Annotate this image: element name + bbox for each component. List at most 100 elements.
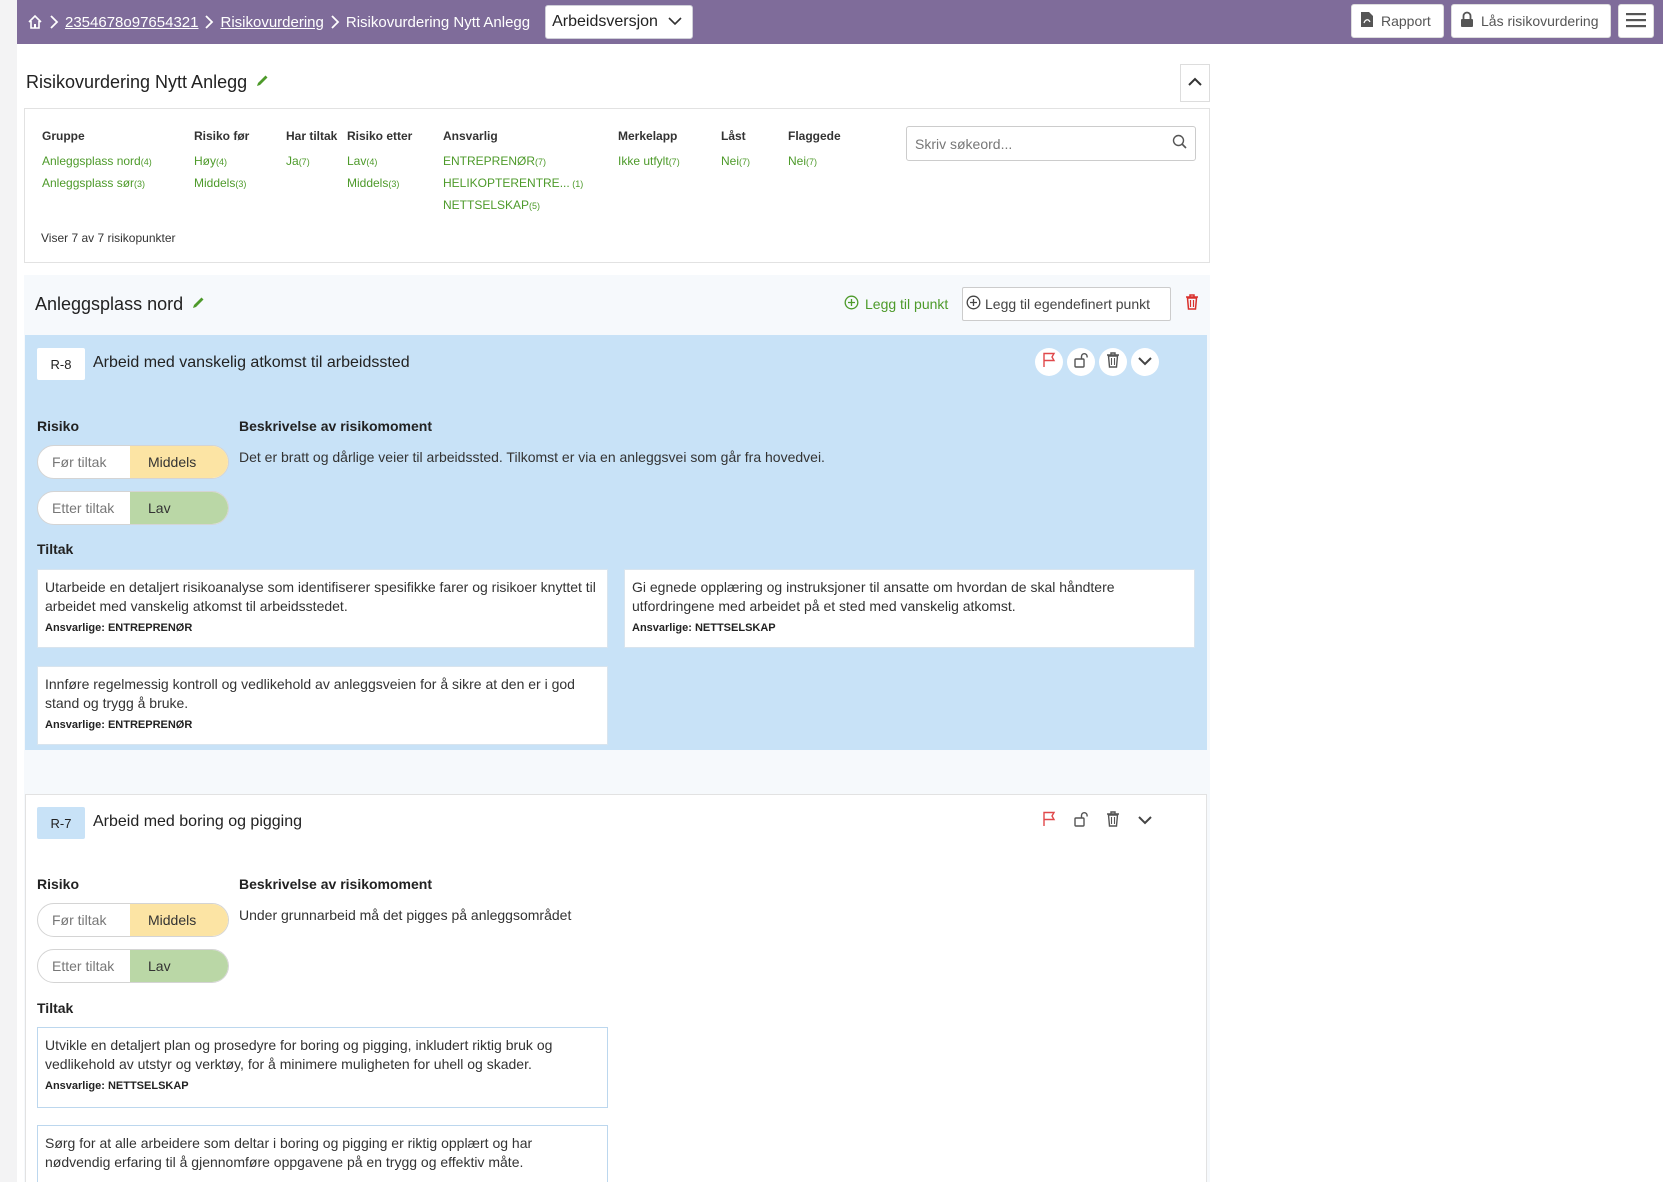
plus-circle-icon [844,295,859,313]
risk-item[interactable]: R-7 Arbeid med boring og pigging Risiko … [25,794,1207,1182]
hamburger-menu-button[interactable] [1618,4,1654,38]
search-box [906,126,1196,161]
delete-group-button[interactable] [1185,294,1199,315]
filter-option[interactable]: Lav(4) [347,151,412,173]
filter-header: Risiko etter [347,129,413,143]
risk-before-pill[interactable]: Før tiltak Middels [37,445,229,479]
filter-option[interactable]: Middels(3) [194,173,249,195]
description-label: Beskrivelse av risikomoment [239,876,432,892]
measure-card[interactable]: Innføre regelmessig kontroll og vedlikeh… [37,666,608,745]
measure-card[interactable]: Utarbeide en detaljert risikoanalyse som… [37,569,608,648]
add-point-button[interactable]: Legg til punkt [844,295,948,313]
filter-header: Har tiltak [286,129,338,143]
filter-locked: Låst Nei(7) [721,129,750,173]
measure-card[interactable]: Gi egnede opplæring og instruksjoner til… [624,569,1195,648]
results-count: Viser 7 av 7 risikopunkter [41,231,176,245]
chevron-right-icon [330,15,340,29]
unlock-button[interactable] [1067,807,1095,835]
risk-group: Anleggsplass nord Legg til punkt Legg ti… [24,275,1210,1182]
version-select[interactable]: Arbeidsversjon [545,5,694,39]
measure-text: Innføre regelmessig kontroll og vedlikeh… [45,676,575,711]
report-button[interactable]: Rapport [1351,4,1444,38]
filter-header: Flaggede [788,129,841,143]
risk-description: Det er bratt og dårlige veier til arbeid… [239,449,825,465]
chevron-down-icon [1138,353,1152,371]
filter-option[interactable]: NETTSELSKAP(5) [443,195,583,217]
search-input[interactable] [915,135,1172,152]
top-bar: 2354678o97654321 Risikovurdering Risikov… [17,0,1663,44]
version-select-value: Arbeidsversjon [552,13,658,30]
expand-button[interactable] [1131,348,1159,376]
filter-option[interactable]: Middels(3) [347,173,412,195]
measure-responsible: Ansvarlige: ENTREPRENØR [45,719,193,731]
measure-text: Sørg for at alle arbeidere som deltar i … [45,1135,533,1170]
risk-after-value: Lav [130,950,228,982]
risk-description: Under grunnarbeid må det pigges på anleg… [239,907,572,923]
expand-button[interactable] [1131,807,1159,835]
filter-header: Merkelapp [618,129,678,143]
filter-option[interactable]: ENTREPRENØR(7) [443,151,583,173]
report-button-label: Rapport [1381,13,1431,29]
page-title: Risikovurdering Nytt Anlegg [26,72,248,92]
risk-label: Risiko [37,418,80,434]
filter-option[interactable]: Ikke utfylt(7) [618,151,680,173]
flag-icon [1042,811,1056,832]
home-icon[interactable] [27,14,43,30]
chevron-right-icon [49,15,59,29]
measures-label: Tiltak [37,541,74,557]
unlock-icon [1074,352,1088,373]
risk-id-badge: R-8 [37,348,85,380]
delete-risk-button[interactable] [1099,348,1127,376]
risk-after-pill[interactable]: Etter tiltak Lav [37,949,229,983]
risk-before-label: Før tiltak [52,912,107,928]
risk-before-label: Før tiltak [52,454,107,470]
add-point-label: Legg til punkt [865,296,949,312]
description-label: Beskrivelse av risikomoment [239,418,432,434]
filter-risk-before: Risiko før Høy(4) Middels(3) [194,129,249,195]
edit-pencil-icon[interactable] [255,72,270,93]
page-title-row: Risikovurdering Nytt Anlegg [26,72,270,93]
lock-assessment-button[interactable]: Lås risikovurdering [1451,4,1611,38]
filter-option[interactable]: Nei(7) [788,151,841,173]
search-icon[interactable] [1172,134,1187,154]
risk-before-pill[interactable]: Før tiltak Middels [37,903,229,937]
measure-text: Gi egnede opplæring og instruksjoner til… [632,579,1115,614]
measure-text: Utarbeide en detaljert risikoanalyse som… [45,579,596,614]
filter-option[interactable]: Anleggsplass sør(3) [42,173,152,195]
unlock-button[interactable] [1067,348,1095,376]
risk-after-label: Etter tiltak [52,958,115,974]
filter-option[interactable]: Ja(7) [286,151,337,173]
filter-option[interactable]: Høy(4) [194,151,249,173]
filter-option[interactable]: HELIKOPTERENTRE... (1) [443,173,583,195]
filter-header: Risiko før [194,129,250,143]
breadcrumb-project-link[interactable]: 2354678o97654321 [65,14,198,31]
add-custom-point-button[interactable]: Legg til egendefinert punkt [962,287,1171,321]
edit-pencil-icon[interactable] [191,294,206,315]
breadcrumb: 2354678o97654321 Risikovurdering Risikov… [17,14,530,31]
measure-card[interactable]: Sørg for at alle arbeidere som deltar i … [37,1125,608,1182]
filter-label: Merkelapp Ikke utfylt(7) [618,129,680,173]
delete-risk-button[interactable] [1099,807,1127,835]
filter-has-measures: Har tiltak Ja(7) [286,129,337,173]
filter-header: Låst [721,129,746,143]
breadcrumb-current: Risikovurdering Nytt Anlegg [345,13,531,31]
plus-circle-icon [966,295,981,313]
measure-responsible: Ansvarlige: NETTSELSKAP [45,1080,189,1092]
risk-after-pill[interactable]: Etter tiltak Lav [37,491,229,525]
breadcrumb-section-link[interactable]: Risikovurdering [220,14,323,31]
collapse-filters-button[interactable] [1180,64,1210,102]
filter-flagged: Flaggede Nei(7) [788,129,841,173]
trash-icon [1185,294,1199,314]
risk-before-value: Middels [130,446,228,478]
lock-assessment-label: Lås risikovurdering [1481,13,1599,29]
filter-option[interactable]: Nei(7) [721,151,750,173]
flag-button[interactable] [1035,348,1063,376]
flag-button[interactable] [1035,807,1063,835]
risk-item[interactable]: R-8 Arbeid med vanskelig atkomst til arb… [25,335,1207,750]
filter-responsible: Ansvarlig ENTREPRENØR(7) HELIKOPTERENTRE… [443,129,583,217]
filter-option[interactable]: Anleggsplass nord(4) [42,151,152,173]
filter-panel: Gruppe Anleggsplass nord(4) Anleggsplass… [24,108,1210,263]
measure-card[interactable]: Utvikle en detaljert plan og prosedyre f… [37,1027,608,1108]
pdf-file-icon [1360,11,1374,31]
risk-title: Arbeid med boring og pigging [93,813,303,830]
